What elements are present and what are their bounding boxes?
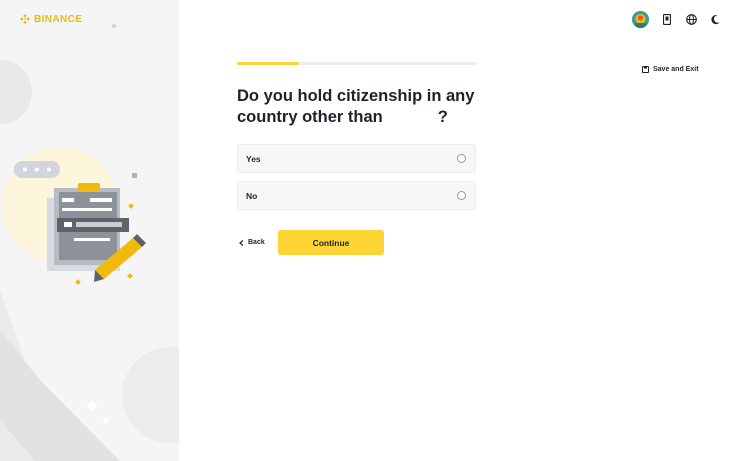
back-button[interactable]: Back <box>239 239 278 246</box>
option-no-radio[interactable] <box>457 191 466 200</box>
form-actions: Back Continue <box>237 230 476 255</box>
question-line-2-start: country other than <box>237 108 383 126</box>
continue-button[interactable]: Continue <box>278 230 384 255</box>
option-no-label: No <box>246 190 258 201</box>
avatar-image <box>632 11 649 28</box>
question-line-1: Do you hold citizenship in any <box>237 87 475 105</box>
back-label: Back <box>248 239 265 246</box>
user-avatar-icon[interactable] <box>632 11 649 28</box>
chevron-left-icon <box>239 239 244 246</box>
answer-options: Yes No <box>237 144 476 210</box>
top-toolbar <box>632 11 721 28</box>
qr-code-icon[interactable] <box>661 14 673 26</box>
option-yes-radio[interactable] <box>457 154 466 163</box>
questionnaire-form: Do you hold citizenship in any country o… <box>237 62 476 255</box>
save-and-exit-button[interactable]: Save and Exit <box>642 66 699 73</box>
progress-bar-fill <box>237 62 300 65</box>
save-icon <box>642 66 649 73</box>
option-no[interactable]: No <box>237 181 476 210</box>
illustration-panel: BINANCE <box>0 0 179 461</box>
clipboard-illustration <box>14 161 146 285</box>
question-title: Do you hold citizenship in any country o… <box>237 86 477 128</box>
moon-icon[interactable] <box>709 14 721 26</box>
option-yes-label: Yes <box>246 153 261 164</box>
question-line-2-end: ? <box>437 108 448 126</box>
progress-bar <box>237 62 476 65</box>
save-and-exit-label: Save and Exit <box>653 66 699 73</box>
option-yes[interactable]: Yes <box>237 144 476 173</box>
globe-icon[interactable] <box>685 14 697 26</box>
